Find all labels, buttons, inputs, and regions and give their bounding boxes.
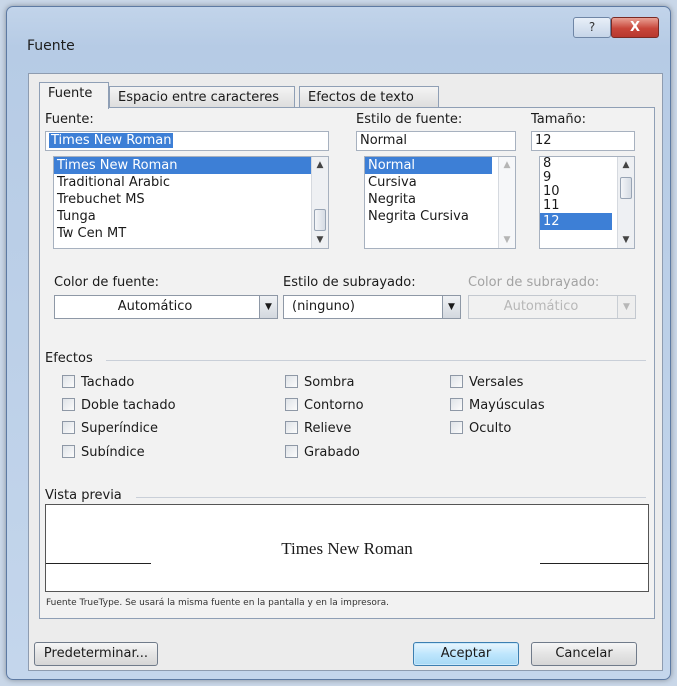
- font-size-list[interactable]: 8 9 10 11 12 ▲ ▼: [539, 156, 635, 249]
- checkbox-hidden[interactable]: Oculto: [450, 421, 511, 439]
- font-name-value: Times New Roman: [49, 133, 174, 148]
- scroll-up-icon[interactable]: ▲: [618, 157, 634, 173]
- checkbox-emboss[interactable]: Relieve: [285, 421, 351, 439]
- checkbox-shadow[interactable]: Sombra: [285, 375, 354, 393]
- checkbox-small-caps[interactable]: Versales: [450, 375, 523, 393]
- checkbox-all-caps[interactable]: Mayúsculas: [450, 398, 545, 416]
- scroll-thumb[interactable]: [314, 209, 326, 231]
- list-item[interactable]: Negrita: [365, 191, 515, 208]
- checkbox-box[interactable]: [62, 398, 75, 411]
- checkbox-outline[interactable]: Contorno: [285, 398, 364, 416]
- chevron-down-icon[interactable]: ▼: [442, 296, 460, 318]
- font-style-list[interactable]: Normal Cursiva Negrita Negrita Cursiva ▲…: [364, 156, 516, 249]
- dialog-title: Fuente: [27, 38, 75, 54]
- preview-text: Times New Roman: [281, 539, 413, 558]
- checkbox-double-strikethrough[interactable]: Doble tachado: [62, 398, 176, 416]
- preview-divider: [136, 497, 646, 498]
- tab-character-spacing[interactable]: Espacio entre caracteres: [109, 86, 295, 108]
- ok-button[interactable]: Aceptar: [413, 642, 519, 666]
- set-default-button[interactable]: Predeterminar...: [34, 642, 158, 666]
- preview-note: Fuente TrueType. Se usará la misma fuent…: [46, 598, 389, 608]
- close-icon: X: [629, 20, 641, 35]
- close-button[interactable]: X: [611, 17, 659, 38]
- checkbox-box[interactable]: [450, 421, 463, 434]
- underline-style-label: Estilo de subrayado:: [283, 275, 416, 290]
- list-item[interactable]: Times New Roman: [54, 157, 328, 174]
- underline-style-select[interactable]: (ninguno) ▼: [283, 295, 461, 319]
- scroll-down-icon[interactable]: ▼: [499, 232, 515, 248]
- underline-color-label: Color de subrayado:: [468, 275, 600, 290]
- font-style-input[interactable]: Normal: [356, 131, 516, 151]
- preview-baseline-left: [46, 563, 151, 564]
- list-item[interactable]: Traditional Arabic: [54, 174, 328, 191]
- effects-divider: [106, 360, 646, 361]
- font-label: Fuente:: [45, 112, 94, 127]
- list-item[interactable]: Tunga: [54, 208, 328, 225]
- checkbox-box[interactable]: [285, 398, 298, 411]
- preview-group-title: Vista previa: [45, 488, 122, 503]
- font-list-scrollbar[interactable]: ▲ ▼: [311, 157, 328, 248]
- list-item[interactable]: Cursiva: [365, 174, 515, 191]
- list-item[interactable]: Tw Cen MT: [54, 225, 328, 242]
- font-style-label: Estilo de fuente:: [356, 112, 463, 127]
- checkbox-strikethrough[interactable]: Tachado: [62, 375, 134, 393]
- font-size-label: Tamaño:: [531, 112, 586, 127]
- checkbox-superscript[interactable]: Superíndice: [62, 421, 158, 439]
- help-button[interactable]: ?: [573, 17, 611, 38]
- scroll-down-icon[interactable]: ▼: [618, 232, 634, 248]
- font-size-input[interactable]: 12: [531, 131, 635, 151]
- font-color-select[interactable]: Automático ▼: [54, 295, 278, 319]
- checkbox-box[interactable]: [450, 375, 463, 388]
- scroll-up-icon[interactable]: ▲: [312, 157, 328, 173]
- font-dialog: Fuente ? X Fuente Espacio entre caracter…: [6, 6, 671, 680]
- preview-box: Times New Roman: [45, 504, 649, 592]
- font-color-value: Automático: [117, 299, 193, 314]
- underline-color-value: Automático: [503, 299, 579, 314]
- underline-color-select: Automático ▼: [468, 295, 636, 319]
- scroll-thumb[interactable]: [620, 177, 632, 199]
- list-item[interactable]: Trebuchet MS: [54, 191, 328, 208]
- checkbox-engrave[interactable]: Grabado: [285, 445, 360, 463]
- checkbox-box[interactable]: [285, 421, 298, 434]
- style-list-scrollbar[interactable]: ▲ ▼: [498, 157, 515, 248]
- font-name-input[interactable]: Times New Roman: [45, 131, 329, 151]
- help-icon: ?: [588, 20, 596, 34]
- checkbox-box[interactable]: [62, 375, 75, 388]
- checkbox-box[interactable]: [450, 398, 463, 411]
- tab-panel-font: Fuente: Times New Roman Times New Roman …: [39, 107, 655, 619]
- checkbox-box[interactable]: [285, 375, 298, 388]
- cancel-button[interactable]: Cancelar: [531, 642, 637, 666]
- chevron-down-icon: ▼: [617, 296, 635, 318]
- size-list-scrollbar[interactable]: ▲ ▼: [617, 157, 634, 248]
- checkbox-box[interactable]: [62, 445, 75, 458]
- font-list[interactable]: Times New Roman Traditional Arabic Trebu…: [53, 156, 329, 249]
- scroll-up-icon[interactable]: ▲: [499, 157, 515, 173]
- list-item[interactable]: Negrita Cursiva: [365, 208, 515, 225]
- effects-group-title: Efectos: [45, 351, 93, 366]
- list-item[interactable]: Normal: [365, 157, 492, 174]
- checkbox-subscript[interactable]: Subíndice: [62, 445, 145, 463]
- tab-text-effects[interactable]: Efectos de texto: [299, 86, 439, 108]
- checkbox-box[interactable]: [62, 421, 75, 434]
- font-color-label: Color de fuente:: [54, 275, 159, 290]
- tab-font[interactable]: Fuente: [39, 82, 109, 109]
- underline-style-value: (ninguno): [292, 299, 355, 314]
- chevron-down-icon[interactable]: ▼: [259, 296, 277, 318]
- preview-baseline-right: [540, 563, 648, 564]
- list-item[interactable]: 12: [540, 213, 612, 230]
- dialog-client-area: Fuente Espacio entre caracteres Efectos …: [28, 73, 663, 671]
- scroll-down-icon[interactable]: ▼: [312, 232, 328, 248]
- checkbox-box[interactable]: [285, 445, 298, 458]
